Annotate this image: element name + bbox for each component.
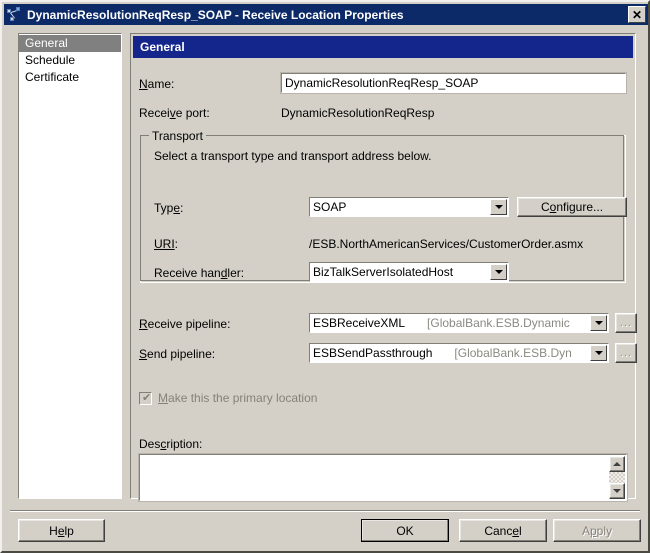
receive-pipeline-browse-button[interactable]: ... — [615, 313, 637, 333]
receive-location-icon — [7, 6, 23, 23]
configure-button[interactable]: Configure... — [517, 197, 627, 217]
receive-handler-combobox[interactable]: BizTalkServerIsolatedHost — [309, 262, 509, 282]
ok-button[interactable]: OK — [361, 519, 449, 542]
scroll-down-icon[interactable] — [609, 483, 625, 499]
receive-pipeline-assembly: [GlobalBank.ESB.Dynamic — [427, 316, 570, 330]
send-pipeline-browse-button[interactable]: ... — [615, 343, 637, 363]
window-title: DynamicResolutionReqResp_SOAP - Receive … — [27, 7, 404, 22]
title-bar: DynamicResolutionReqResp_SOAP - Receive … — [4, 4, 648, 25]
checkmark-icon: ✔ — [142, 392, 152, 404]
apply-button[interactable]: Apply — [553, 519, 641, 542]
general-panel: General Name: DynamicResolutionReqResp_S… — [130, 33, 637, 502]
type-label: Type: — [154, 201, 184, 215]
receive-location-properties-dialog: DynamicResolutionReqResp_SOAP - Receive … — [0, 0, 650, 553]
receive-pipeline-value: ESBReceiveXML — [313, 316, 406, 330]
transport-group-label: Transport — [149, 129, 206, 143]
receive-handler-label: Receive handler: — [154, 266, 245, 280]
chevron-down-icon[interactable] — [590, 315, 607, 331]
primary-location-label: Make this the primary location — [158, 391, 318, 405]
description-label: Description: — [139, 437, 203, 451]
receive-port-value: DynamicResolutionReqResp — [281, 106, 435, 120]
close-icon[interactable]: ✕ — [628, 6, 646, 23]
sidebar-item-schedule[interactable]: Schedule — [19, 52, 121, 69]
chevron-down-icon[interactable] — [490, 264, 507, 280]
uri-value: /ESB.NorthAmericanServices/CustomerOrder… — [309, 237, 584, 251]
sidebar: General Schedule Certificate — [18, 33, 122, 499]
send-pipeline-label: Send pipeline: — [139, 347, 216, 361]
type-value: SOAP — [313, 200, 347, 214]
receive-pipeline-label: Receive pipeline: — [139, 317, 231, 331]
receive-handler-value: BizTalkServerIsolatedHost — [313, 265, 454, 279]
uri-label: URI: — [154, 237, 179, 251]
name-label: Name: — [139, 77, 175, 91]
help-button[interactable]: Help — [18, 519, 105, 542]
send-pipeline-combobox[interactable]: ESBSendPassthrough [GlobalBank.ESB.Dyn — [309, 343, 609, 363]
type-combobox[interactable]: SOAP — [309, 197, 509, 217]
receive-pipeline-combobox[interactable]: ESBReceiveXML [GlobalBank.ESB.Dynamic — [309, 313, 609, 333]
sidebar-item-certificate[interactable]: Certificate — [19, 69, 121, 86]
sidebar-item-general[interactable]: General — [19, 35, 121, 52]
send-pipeline-assembly: [GlobalBank.ESB.Dyn — [454, 346, 572, 360]
chevron-down-icon[interactable] — [490, 199, 507, 215]
scroll-up-icon[interactable] — [609, 456, 625, 472]
panel-title: General — [133, 36, 633, 58]
cancel-button[interactable]: Cancel — [459, 519, 547, 542]
transport-description: Select a transport type and transport ad… — [154, 149, 432, 163]
chevron-down-icon[interactable] — [590, 345, 607, 361]
footer-divider — [10, 510, 640, 512]
description-textarea[interactable] — [138, 453, 628, 502]
name-input[interactable]: DynamicResolutionReqResp_SOAP — [280, 72, 627, 94]
description-scrollbar[interactable] — [609, 456, 625, 499]
primary-location-checkbox[interactable]: ✔ — [139, 392, 152, 405]
receive-port-label: Receive port: — [139, 106, 210, 120]
send-pipeline-value: ESBSendPassthrough — [313, 346, 433, 360]
